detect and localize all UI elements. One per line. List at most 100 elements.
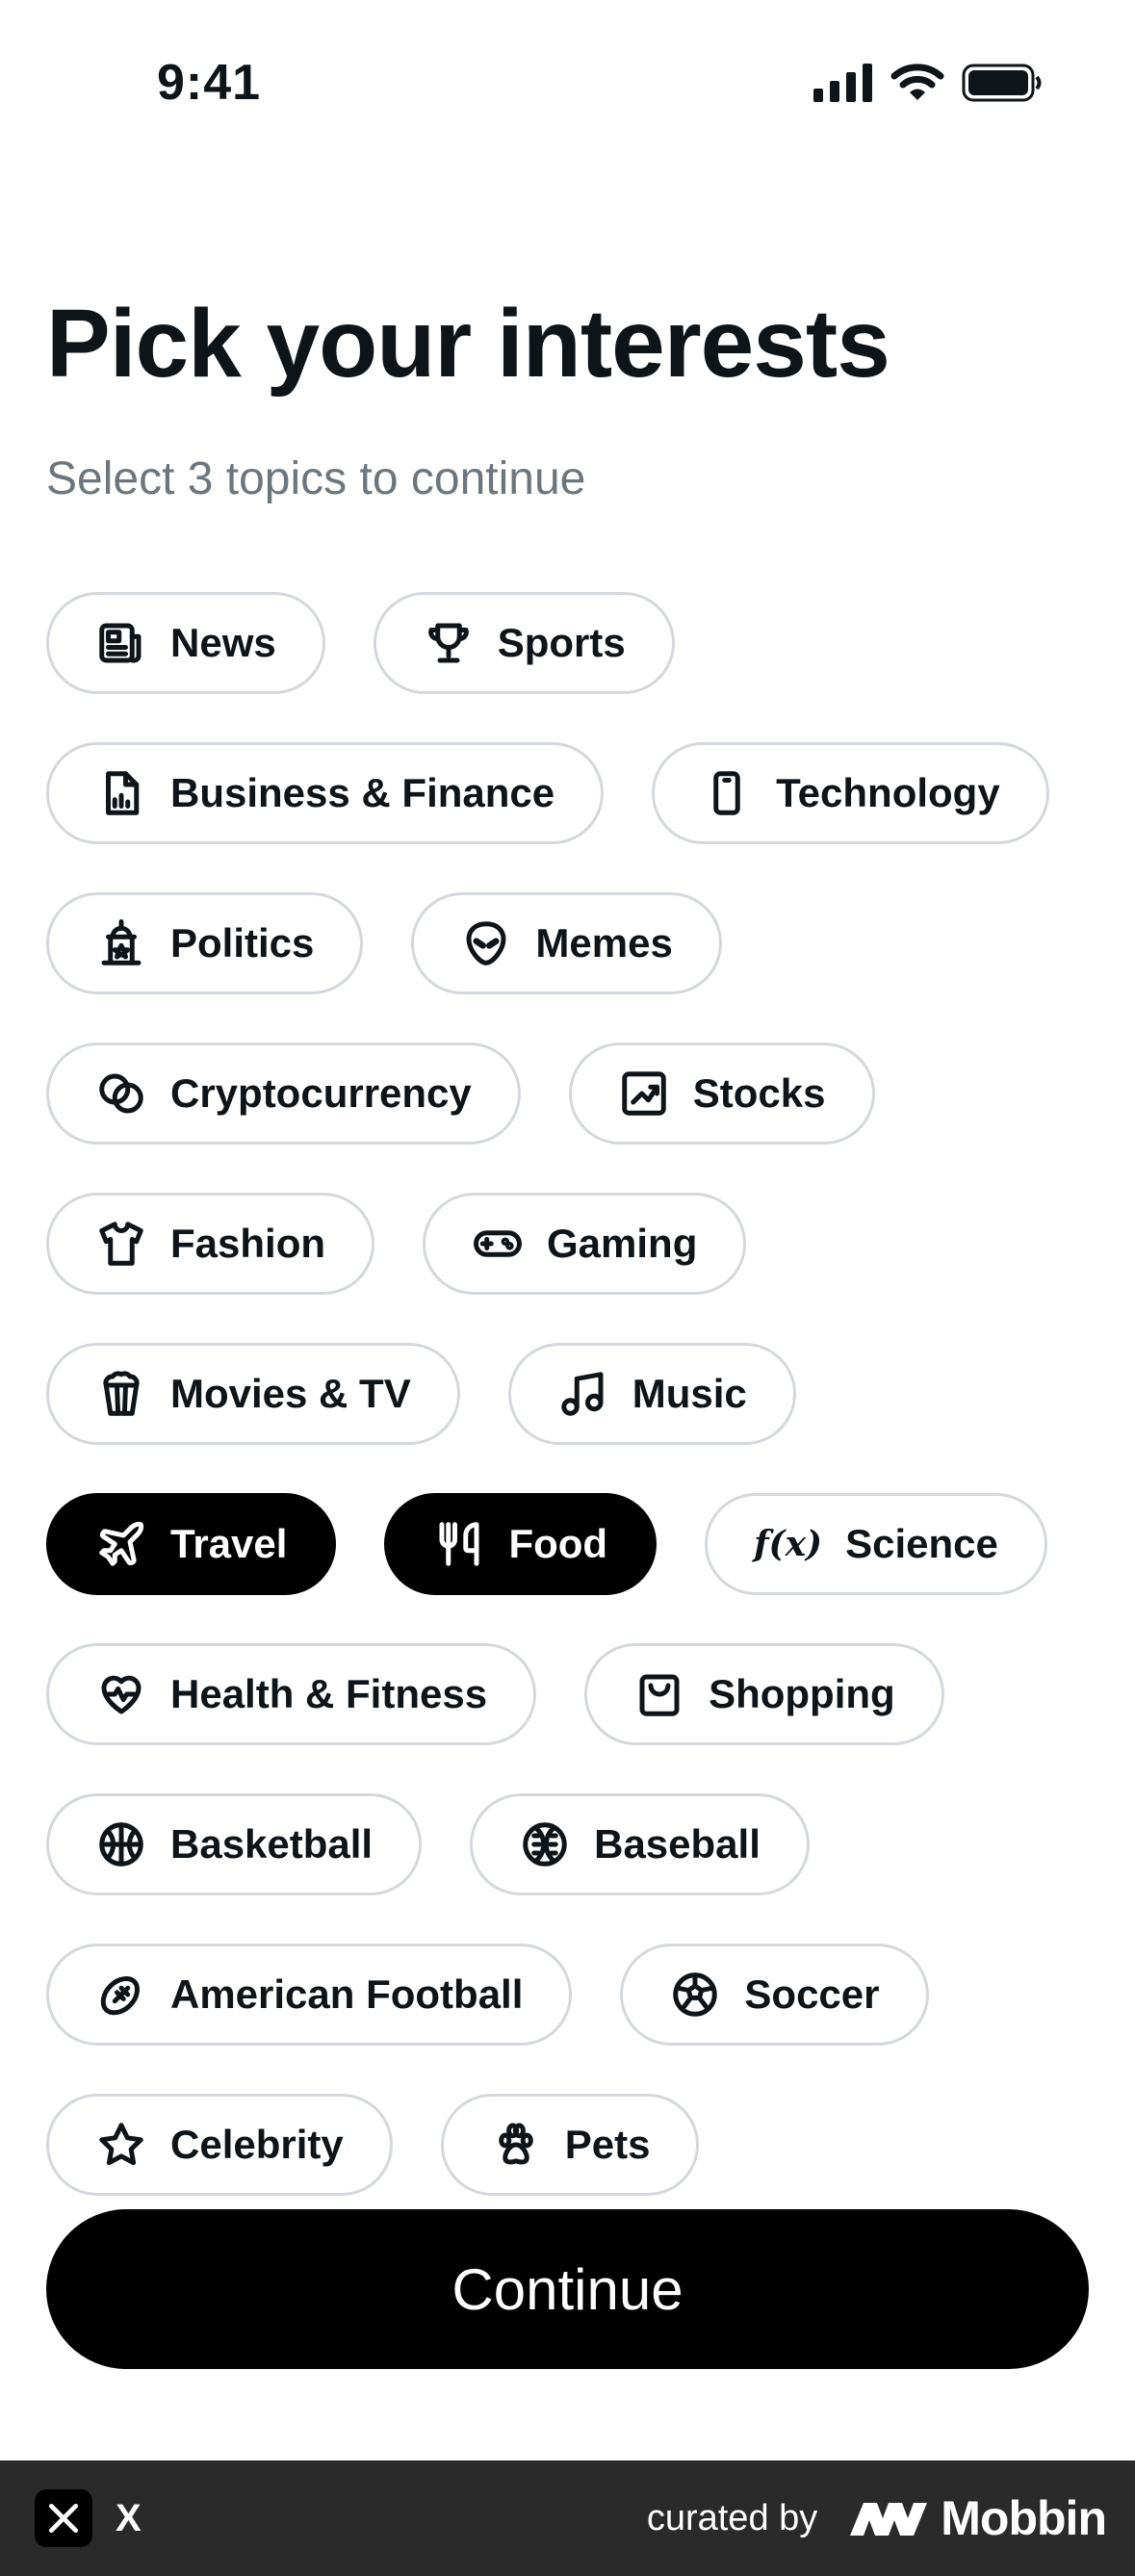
chip-label: Music: [632, 1371, 747, 1416]
chip-label: Travel: [170, 1521, 288, 1566]
coins-icon: [95, 1068, 147, 1120]
curated-by-label: curated by: [646, 2497, 818, 2538]
footer-credit: curated by Mobbin: [646, 2490, 1107, 2546]
chip-label: Technology: [776, 770, 1000, 815]
battery-icon: [962, 64, 1042, 102]
capitol-icon: [95, 917, 147, 969]
chip-row: Politics Memes: [46, 892, 1105, 994]
brand-name: Mobbin: [941, 2491, 1107, 2545]
chip-row: Celebrity Pets: [46, 2094, 1105, 2196]
heart-pulse-icon: [95, 1668, 147, 1720]
chip-label: Health & Fitness: [170, 1671, 488, 1716]
chip-news[interactable]: News: [46, 592, 325, 694]
chip-row: News Sports: [46, 592, 1105, 694]
chip-label: Soccer: [744, 1971, 880, 2017]
alien-icon: [460, 917, 512, 969]
chip-celebrity[interactable]: Celebrity: [46, 2094, 393, 2196]
chip-row: Movies & TV Music: [46, 1343, 1105, 1445]
wifi-icon: [890, 64, 944, 100]
star-icon: [95, 2119, 147, 2171]
soccer-ball-icon: [669, 1969, 721, 2021]
chip-label: Baseball: [594, 1821, 761, 1867]
chip-row: American Football Soccer: [46, 1944, 1105, 2046]
paw-icon: [490, 2119, 542, 2171]
chip-basketball[interactable]: Basketball: [46, 1793, 423, 1895]
phone-icon: [701, 767, 753, 819]
chip-row: Basketball Baseball: [46, 1793, 1105, 1895]
chip-movies-tv[interactable]: Movies & TV: [46, 1343, 460, 1445]
footer-bar: X curated by Mobbin: [0, 2460, 1135, 2576]
x-logo-icon: [35, 2489, 92, 2547]
chip-label: Gaming: [547, 1221, 698, 1266]
status-time: 9:41: [157, 55, 262, 111]
chip-label: Business & Finance: [170, 770, 555, 815]
music-note-icon: [557, 1368, 609, 1420]
chip-label: Basketball: [170, 1821, 374, 1867]
mobbin-brand: Mobbin: [850, 2490, 1107, 2546]
shirt-icon: [95, 1218, 147, 1270]
mobbin-logo-icon: [850, 2503, 928, 2536]
chip-food[interactable]: Food: [384, 1493, 658, 1595]
signal-icon: [813, 64, 872, 102]
gamepad-icon: [472, 1218, 524, 1270]
chip-label: Shopping: [709, 1671, 895, 1716]
footer-app: X: [35, 2489, 142, 2547]
chip-cryptocurrency[interactable]: Cryptocurrency: [46, 1043, 521, 1145]
chip-pets[interactable]: Pets: [440, 2094, 700, 2196]
plane-icon: [95, 1518, 147, 1570]
chip-row: Health & Fitness Shopping: [46, 1643, 1105, 1745]
chip-label: Celebrity: [170, 2122, 344, 2167]
chip-row: Fashion Gaming: [46, 1193, 1105, 1295]
chip-label: Movies & TV: [170, 1371, 411, 1416]
chip-stocks[interactable]: Stocks: [568, 1043, 875, 1145]
chip-soccer[interactable]: Soccer: [620, 1944, 929, 2046]
trophy-icon: [423, 617, 475, 669]
chip-row: Travel Food f(x) Science: [46, 1493, 1105, 1595]
chip-label: Fashion: [170, 1221, 326, 1266]
continue-button[interactable]: Continue: [46, 2209, 1089, 2369]
chip-memes[interactable]: Memes: [411, 892, 722, 994]
chip-sports[interactable]: Sports: [373, 592, 675, 694]
chip-technology[interactable]: Technology: [652, 742, 1049, 844]
status-icons: [813, 64, 1043, 102]
chip-row: Business & Finance Technology: [46, 742, 1105, 844]
chip-label: Politics: [170, 920, 315, 966]
chip-american-football[interactable]: American Football: [46, 1944, 573, 2046]
chip-label: Pets: [564, 2122, 651, 2167]
chip-label: Sports: [497, 620, 626, 665]
chip-shopping[interactable]: Shopping: [584, 1643, 944, 1745]
chip-label: Science: [845, 1521, 998, 1566]
chip-gaming[interactable]: Gaming: [423, 1193, 747, 1295]
interests-screen: 9:41 Pick your interests Select 3 topics…: [0, 0, 1135, 2576]
topic-chips: News Sports Business & Finance Technolog…: [46, 592, 1105, 2244]
baseball-icon: [519, 1818, 571, 1870]
chip-label: Food: [508, 1521, 608, 1566]
page-subtitle: Select 3 topics to continue: [46, 453, 586, 504]
shopping-bag-icon: [633, 1668, 685, 1720]
chip-fashion[interactable]: Fashion: [46, 1193, 375, 1295]
football-icon: [95, 1969, 147, 2021]
page-title: Pick your interests: [46, 290, 890, 398]
chip-label: Memes: [535, 920, 673, 966]
chip-travel[interactable]: Travel: [46, 1493, 337, 1595]
utensils-icon: [433, 1518, 485, 1570]
chip-politics[interactable]: Politics: [46, 892, 364, 994]
business-chart-icon: [95, 767, 147, 819]
status-bar: 9:41: [0, 0, 1135, 168]
chip-science[interactable]: f(x) Science: [705, 1493, 1047, 1595]
popcorn-icon: [95, 1368, 147, 1420]
app-name: X: [116, 2496, 142, 2539]
chip-label: American Football: [170, 1971, 524, 2017]
chip-health-fitness[interactable]: Health & Fitness: [46, 1643, 537, 1745]
chip-baseball[interactable]: Baseball: [470, 1793, 810, 1895]
news-icon: [95, 617, 147, 669]
chip-business-finance[interactable]: Business & Finance: [46, 742, 605, 844]
chip-row: Cryptocurrency Stocks: [46, 1043, 1105, 1145]
chip-music[interactable]: Music: [507, 1343, 796, 1445]
chip-label: Stocks: [692, 1070, 826, 1116]
chip-label: News: [170, 620, 276, 665]
stock-chart-icon: [618, 1068, 670, 1120]
basketball-icon: [95, 1818, 147, 1870]
chip-label: Cryptocurrency: [170, 1070, 472, 1116]
function-icon: f(x): [754, 1524, 823, 1564]
